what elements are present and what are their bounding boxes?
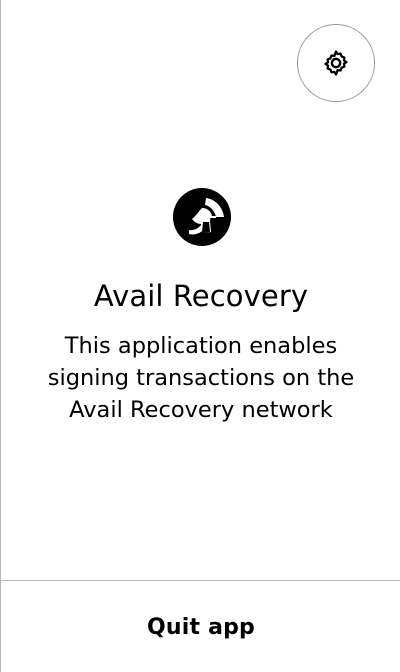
app-title: Avail Recovery: [93, 279, 309, 313]
app-description: This application enables signing transac…: [47, 333, 355, 423]
gear-icon: [320, 47, 352, 79]
avail-logo-icon: [172, 187, 232, 247]
quit-app-label: Quit app: [146, 614, 256, 640]
app-home-screen: Avail Recovery This application enables …: [0, 0, 400, 672]
settings-button[interactable]: [297, 24, 375, 102]
quit-app-button[interactable]: Quit app: [1, 581, 400, 672]
